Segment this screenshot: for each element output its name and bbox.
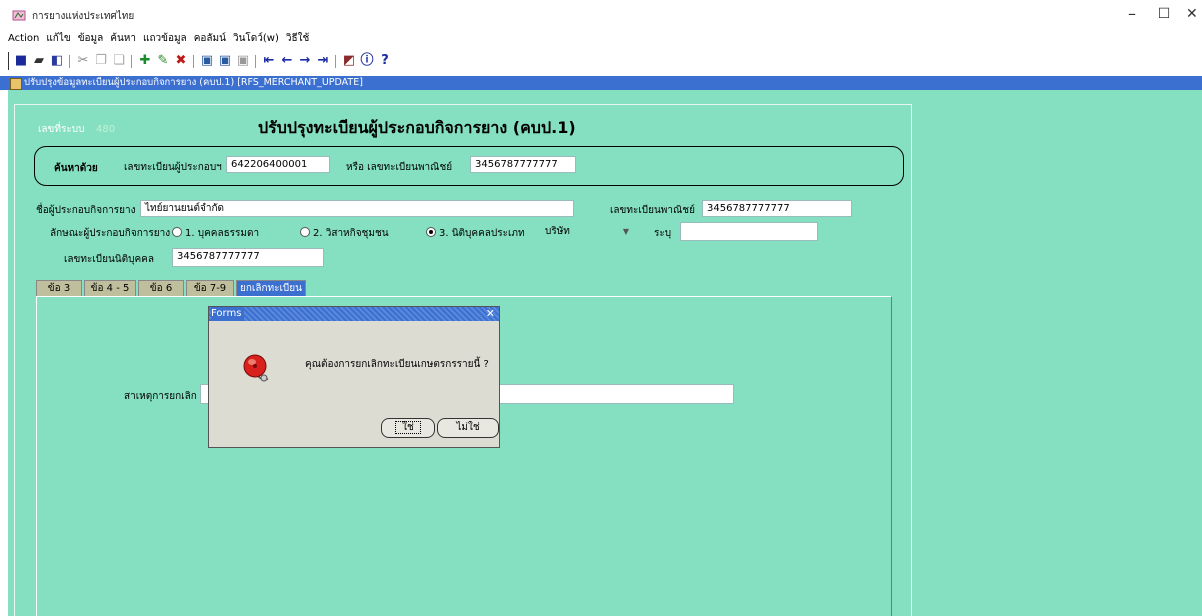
specify-input[interactable]	[680, 222, 818, 241]
no-button[interactable]: ไม่ใช่	[437, 418, 499, 438]
chevron-down-icon: ▼	[622, 227, 629, 236]
tab-section-7-9[interactable]: ข้อ 7-9	[186, 280, 234, 297]
menu-edit[interactable]: แก้ไข	[46, 30, 70, 48]
cancel-query-icon[interactable]: ▣	[235, 53, 251, 69]
tab-cancel-registration[interactable]: ยกเลิกทะเบียน	[236, 280, 306, 297]
type-option-community[interactable]: 2. วิสาหกิจชุมชน	[300, 226, 389, 241]
radio-icon	[300, 227, 310, 237]
type-option-juristic[interactable]: 3. นิติบุคคลประเภท	[426, 226, 525, 241]
entity-type-select[interactable]: บริษัท ▼	[540, 223, 636, 240]
radio-icon	[172, 227, 182, 237]
search-commerce-no-input[interactable]: 3456787777777	[470, 156, 576, 173]
edit-record-icon[interactable]: ✎	[155, 53, 171, 69]
cut-icon[interactable]: ✂	[75, 53, 91, 69]
query-icon[interactable]: ▣	[199, 53, 215, 69]
title-bar: การยางแห่งประเทศไทย – ☐ ✕	[0, 0, 1202, 30]
print-icon[interactable]: ▰	[31, 53, 47, 69]
menu-window[interactable]: วินโดว์(w)	[233, 30, 279, 48]
tab-section-4-5[interactable]: ข้อ 4 - 5	[84, 280, 136, 297]
operator-name-input[interactable]: ไทย์ยานยนต์จำกัด	[140, 200, 574, 217]
menu-data[interactable]: ข้อมูล	[78, 30, 104, 48]
save-icon[interactable]: ■	[13, 53, 29, 69]
next-record-icon[interactable]: →	[297, 53, 313, 69]
help-icon[interactable]: ?	[377, 53, 393, 69]
previous-record-icon[interactable]: ←	[279, 53, 295, 69]
info-icon[interactable]: ⓘ	[359, 53, 375, 69]
search-label: ค้นหาด้วย	[54, 163, 98, 174]
maximize-button[interactable]: ☐	[1152, 4, 1176, 24]
reg-no-label: เลขทะเบียนผู้ประกอบฯ	[124, 162, 222, 173]
yes-button[interactable]: ใช่	[381, 418, 435, 438]
delete-record-icon[interactable]: ✖	[173, 53, 189, 69]
page-title: ปรับปรุงทะเบียนผู้ประกอบกิจการยาง (คบป.1…	[258, 118, 576, 137]
minimize-button[interactable]: –	[1120, 4, 1144, 24]
insert-record-icon[interactable]: ✚	[137, 53, 153, 69]
commerce-reg-input[interactable]: 3456787777777	[702, 200, 852, 217]
or-commerce-no-label: หรือ เลขทะเบียนพาณิชย์	[346, 162, 453, 173]
yes-button-label: ใช่	[395, 421, 421, 434]
app-logo-icon	[12, 9, 26, 21]
commerce-reg-label: เลขทะเบียนพาณิชย์	[610, 205, 695, 216]
juristic-no-input[interactable]: 3456787777777	[172, 248, 324, 267]
alarm-bell-icon	[242, 351, 272, 385]
copy-icon[interactable]: ❐	[93, 53, 109, 69]
menu-bar: Action แก้ไข ข้อมูล ค้นหา แถวข้อมูล คอลัมน์ วิ…	[0, 30, 1202, 48]
chart-icon[interactable]: ◩	[341, 53, 357, 69]
exit-icon[interactable]: ◧	[49, 53, 65, 69]
cancel-reason-label: สาเหตุการยกเลิก	[124, 391, 197, 402]
toolbar: ■ ▰ ◧ ✂ ❐ ❏ ✚ ✎ ✖ ▣ ▣ ▣ ⇤ ← → ⇥ ◩ ⓘ ?	[8, 52, 1202, 70]
type-option-individual[interactable]: 1. บุคคลธรรมดา	[172, 226, 259, 241]
first-record-icon[interactable]: ⇤	[261, 53, 277, 69]
app-title: การยางแห่งประเทศไทย	[32, 11, 135, 22]
operator-type-label: ลักษณะผู้ประกอบกิจการยาง	[50, 228, 171, 239]
tab-section-3[interactable]: ข้อ 3	[36, 280, 82, 297]
close-window-button[interactable]: ✕	[1186, 4, 1202, 24]
specify-label: ระบุ	[654, 228, 672, 239]
juristic-no-label: เลขทะเบียนนิติบุคคล	[64, 254, 154, 265]
menu-record[interactable]: แถวข้อมูล	[143, 30, 187, 48]
dialog-title-bar: Forms ✕	[209, 307, 499, 321]
system-no-value: 480	[96, 124, 116, 135]
menu-column[interactable]: คอลัมน์	[194, 30, 226, 48]
confirm-dialog: Forms ✕ คุณต้องการยกเลิกทะเบียนเกษตรกรรา…	[208, 306, 500, 448]
reg-no-input[interactable]: 642206400001	[226, 156, 330, 173]
form-window-caption: ปรับปรุงข้อมูลทะเบียนผู้ประกอบกิจการยาง …	[0, 76, 1202, 90]
menu-action[interactable]: Action	[8, 30, 39, 48]
radio-selected-icon	[426, 227, 436, 237]
execute-query-icon[interactable]: ▣	[217, 53, 233, 69]
paste-icon[interactable]: ❏	[111, 53, 127, 69]
tab-section-6[interactable]: ข้อ 6	[138, 280, 184, 297]
form-window-title: ปรับปรุงข้อมูลทะเบียนผู้ประกอบกิจการยาง …	[24, 77, 363, 88]
menu-help[interactable]: วิธีใช้	[286, 30, 309, 48]
dialog-title: Forms	[211, 307, 245, 321]
form-window-icon	[10, 78, 22, 90]
system-no-label: เลขที่ระบบ	[38, 124, 85, 135]
dialog-message: คุณต้องการยกเลิกทะเบียนเกษตรกรรายนี้ ?	[305, 359, 489, 370]
operator-name-label: ชื่อผู้ประกอบกิจการยาง	[36, 205, 136, 216]
last-record-icon[interactable]: ⇥	[315, 53, 331, 69]
dialog-close-button[interactable]: ✕	[486, 307, 495, 321]
menu-search[interactable]: ค้นหา	[110, 30, 136, 48]
